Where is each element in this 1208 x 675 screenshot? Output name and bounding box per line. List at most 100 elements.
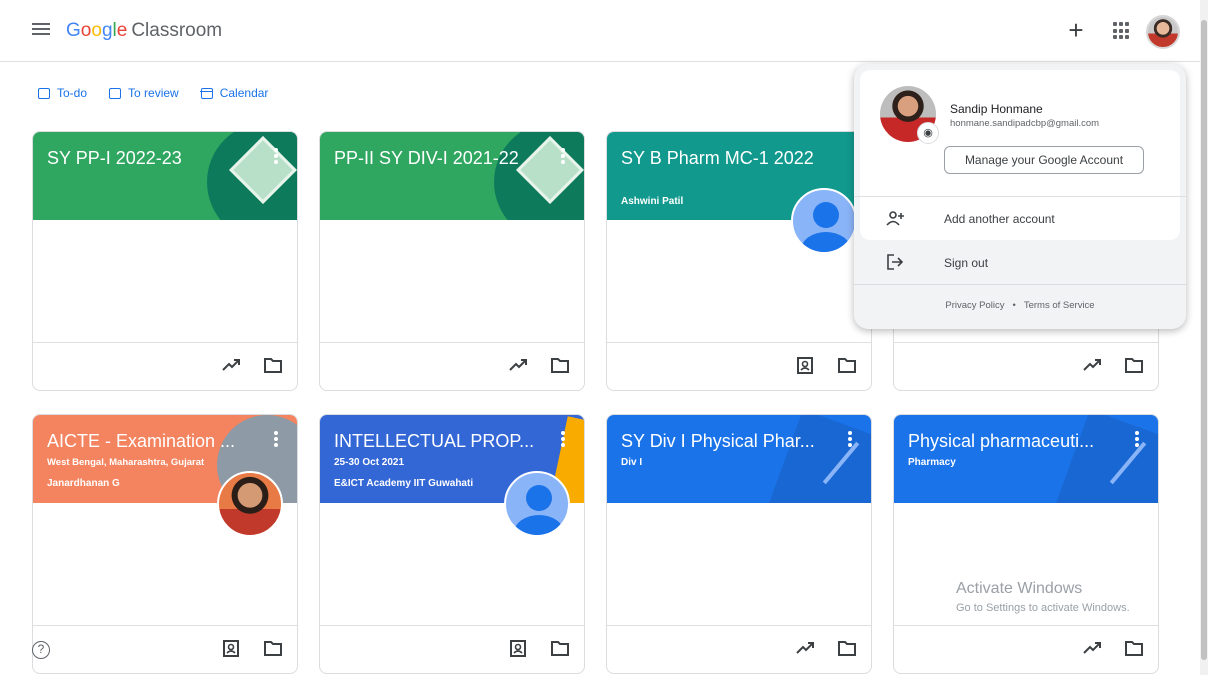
folder-icon[interactable] xyxy=(837,356,857,374)
class-teacher: Ashwini Patil xyxy=(621,196,684,207)
card-divider xyxy=(894,342,1158,343)
logout-icon xyxy=(886,253,926,273)
privacy-policy-link[interactable]: Privacy Policy xyxy=(945,300,1004,311)
more-options-icon[interactable] xyxy=(273,148,279,164)
folder-icon[interactable] xyxy=(550,639,570,657)
class-teacher: E&ICT Academy IIT Guwahati xyxy=(334,478,474,489)
logo-letter: g xyxy=(101,20,113,41)
card-actions xyxy=(221,356,283,374)
watermark-title: Activate Windows xyxy=(956,580,1083,597)
assignment-icon[interactable] xyxy=(508,639,528,657)
hamburger-menu-icon[interactable] xyxy=(32,21,50,39)
trending-up-icon[interactable] xyxy=(508,358,528,372)
more-options-icon[interactable] xyxy=(1134,431,1140,447)
card-actions xyxy=(221,639,283,657)
manage-account-button[interactable]: Manage your Google Account xyxy=(944,146,1144,174)
class-title[interactable]: AICTE - Examination ... xyxy=(47,430,257,452)
app-logo[interactable]: Google Classroom xyxy=(66,19,222,43)
class-card-header[interactable]: PP-II SY DIV-I 2021-22 xyxy=(320,132,584,220)
class-card[interactable]: Physical pharmaceuti... Pharmacy xyxy=(893,414,1159,674)
sign-out-label: Sign out xyxy=(944,256,989,270)
subnav: To-do To review Calendar xyxy=(38,86,268,100)
account-footer: Privacy Policy • Terms of Service xyxy=(854,300,1186,311)
folder-icon[interactable] xyxy=(837,639,857,657)
class-section: 25-30 Oct 2021 xyxy=(334,457,405,468)
teacher-avatar[interactable] xyxy=(791,188,857,254)
calendar-label: Calendar xyxy=(219,86,269,100)
todo-icon xyxy=(38,87,50,99)
trending-up-icon[interactable] xyxy=(1082,641,1102,655)
camera-icon[interactable]: ◉ xyxy=(917,122,939,144)
teacher-avatar[interactable] xyxy=(504,471,570,537)
divider xyxy=(854,196,1186,197)
trending-up-icon[interactable] xyxy=(1082,358,1102,372)
card-divider xyxy=(894,625,1158,626)
help-icon[interactable]: ? xyxy=(32,641,50,659)
class-card[interactable]: AICTE - Examination ... West Bengal, Mah… xyxy=(32,414,298,674)
todo-label: To-do xyxy=(57,86,88,100)
terms-link[interactable]: Terms of Service xyxy=(1024,300,1095,311)
account-avatar[interactable] xyxy=(1146,15,1180,49)
separator-dot: • xyxy=(1012,300,1016,311)
folder-icon[interactable] xyxy=(550,356,570,374)
card-actions xyxy=(508,639,570,657)
trending-up-icon[interactable] xyxy=(795,641,815,655)
add-account-item[interactable]: Add another account xyxy=(860,200,1180,238)
folder-icon[interactable] xyxy=(1124,639,1144,657)
class-card[interactable]: INTELLECTUAL PROP... 25-30 Oct 2021 E&IC… xyxy=(319,414,585,674)
folder-icon[interactable] xyxy=(263,356,283,374)
add-account-label: Add another account xyxy=(944,212,1055,226)
card-actions xyxy=(795,356,857,374)
class-title[interactable]: PP-II SY DIV-I 2021-22 xyxy=(334,147,544,169)
logo-letter: o xyxy=(91,20,102,41)
todo-link[interactable]: To-do xyxy=(38,86,87,100)
calendar-link[interactable]: Calendar xyxy=(200,86,269,100)
class-card-header[interactable]: SY Div I Physical Phar... Div I xyxy=(607,415,871,503)
assignment-icon[interactable] xyxy=(221,639,241,657)
class-title[interactable]: SY Div I Physical Phar... xyxy=(621,430,831,452)
divider xyxy=(854,284,1186,285)
class-title[interactable]: Physical pharmaceuti... xyxy=(908,430,1118,452)
scrollbar-thumb[interactable] xyxy=(1201,20,1207,660)
class-title[interactable]: SY B Pharm MC-1 2022 xyxy=(621,147,831,169)
logo-letter: G xyxy=(66,20,81,41)
logo-letter: o xyxy=(80,20,92,41)
card-actions xyxy=(1082,639,1144,657)
class-card-header[interactable]: Physical pharmaceuti... Pharmacy xyxy=(894,415,1158,503)
card-divider xyxy=(320,342,584,343)
teacher-photo[interactable] xyxy=(217,471,283,537)
folder-icon[interactable] xyxy=(1124,356,1144,374)
apps-grid-icon[interactable] xyxy=(1113,22,1131,40)
class-title[interactable]: SY PP-I 2022-23 xyxy=(47,147,257,169)
to-review-link[interactable]: To review xyxy=(109,86,179,100)
more-options-icon[interactable] xyxy=(560,148,566,164)
class-card[interactable]: SY Div I Physical Phar... Div I xyxy=(606,414,872,674)
card-divider xyxy=(320,625,584,626)
class-card[interactable]: SY B Pharm MC-1 2022 Ashwini Patil xyxy=(606,131,872,391)
assignment-icon[interactable] xyxy=(795,356,815,374)
class-card[interactable]: SY PP-I 2022-23 xyxy=(32,131,298,391)
more-options-icon[interactable] xyxy=(273,431,279,447)
account-popup: ◉ Sandip Honmane honmane.sandipadcbp@gma… xyxy=(854,64,1186,329)
more-options-icon[interactable] xyxy=(847,431,853,447)
account-email: honmane.sandipadcbp@gmail.com xyxy=(950,118,1100,129)
card-actions xyxy=(1082,356,1144,374)
folder-icon[interactable] xyxy=(263,639,283,657)
class-card-header[interactable]: SY PP-I 2022-23 xyxy=(33,132,297,220)
sign-out-item[interactable]: Sign out xyxy=(860,244,1180,282)
app-product-name: Classroom xyxy=(131,20,223,41)
card-divider xyxy=(607,342,871,343)
card-divider xyxy=(33,342,297,343)
plus-icon[interactable]: + xyxy=(1064,17,1088,43)
more-options-icon[interactable] xyxy=(560,431,566,447)
class-teacher: Janardhanan G xyxy=(47,478,120,489)
class-section: Div I xyxy=(621,457,643,468)
class-card[interactable]: PP-II SY DIV-I 2021-22 xyxy=(319,131,585,391)
class-title[interactable]: INTELLECTUAL PROP... xyxy=(334,430,544,452)
review-icon xyxy=(109,87,122,99)
card-divider xyxy=(33,625,297,626)
classroom-page: Google Classroom + To-do To review Calend… xyxy=(0,0,1208,675)
to-review-label: To review xyxy=(128,86,179,100)
activate-windows-watermark: Activate Windows Go to Settings to activ… xyxy=(956,580,1130,614)
trending-up-icon[interactable] xyxy=(221,358,241,372)
